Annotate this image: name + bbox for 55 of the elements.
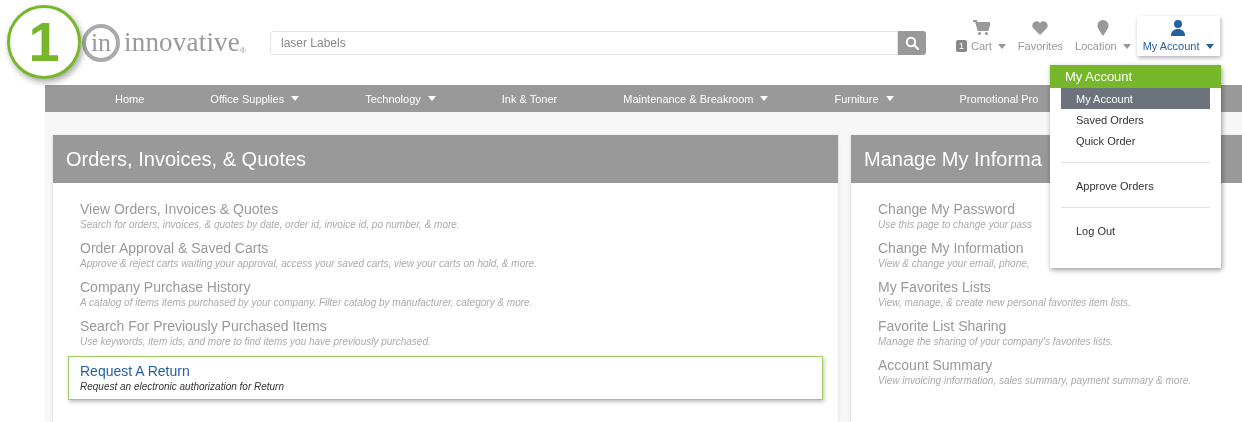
nav-item[interactable]: Office Supplies [210,92,300,105]
link-title: Change My Password [878,200,1015,218]
header-link[interactable]: Favorites [1011,16,1070,56]
cart-icon [971,19,990,37]
link-title: View Orders, Invoices & Quotes [80,200,279,218]
dropdown-item[interactable]: My Account [1061,88,1210,109]
nav-item[interactable]: Promotional Pro [959,92,1039,105]
person-icon [1169,19,1188,37]
dropdown-title: My Account [1050,65,1221,88]
link-title: Change My Information [878,239,1024,257]
link-description: View, manage, & create new personal favorites item lists. [878,296,1131,310]
header-link[interactable]: My Account [1136,16,1220,56]
registered-mark: ® [240,45,246,55]
link-description: Approve & reject carts waiting your approval, access your saved carts, view your carts on hold, & more. [80,257,537,271]
step-badge: 1 [7,5,81,79]
header-link[interactable]: 1 Cart [950,16,1012,56]
link-title: My Favorites Lists [878,278,991,296]
cart-count: 1 [956,40,967,52]
menu-link[interactable]: Account Summary View invoicing information, sales summary, payment summary & more. [866,356,1227,388]
link-description: Request an electronic authorization for Return [80,380,284,394]
link-description: View invoicing information, sales summary, payment summary & more. [878,374,1192,388]
link-title: Account Summary [878,356,993,374]
menu-link[interactable]: View Orders, Invoices & Quotes Search for orders, invoices, & quotes by date, order id, invoice id, po number, & more. [68,200,823,232]
nav-item[interactable]: Home [115,92,145,105]
link-description: Search for orders, invoices, & quotes by date, order id, invoice id, po number, & more. [80,218,460,232]
menu-link[interactable]: My Favorites Lists View, manage, & create new personal favorites item lists. [866,278,1227,310]
dropdown-item[interactable]: Saved Orders [1061,109,1210,130]
nav-item[interactable]: Ink & Toner [501,92,558,105]
link-description: A catalog of items items purchased by your company. Filter catalog by manufacturer, category & more. [80,296,533,310]
header-link[interactable]: Location [1069,16,1137,56]
link-title: Search For Previously Purchased Items [80,317,327,335]
nav-item[interactable]: Maintenance & Breakroom [623,92,769,105]
link-description: View & change your email, phone, [878,257,1030,271]
nav-item[interactable]: Technology [365,92,436,105]
logo-wordmark: innovative [124,27,240,58]
logo-mark: in [82,23,120,62]
search-button[interactable] [898,30,926,55]
link-title: Order Approval & Saved Carts [80,239,269,257]
link-title: Favorite List Sharing [878,317,1007,335]
menu-link[interactable]: Search For Previously Purchased Items Use keywords, item ids, and more to find items you have previously purchased. [68,317,823,349]
link-title: Request A Return [80,362,190,380]
link-title: Company Purchase History [80,278,251,296]
nav-item[interactable]: Furniture [834,92,894,105]
link-description: Use this page to change your pass [878,218,1032,232]
search-icon [905,35,919,50]
menu-link[interactable]: Company Purchase History A catalog of items items purchased by your company. Filter catalog by manufacturer, category & more. [68,278,823,310]
menu-link[interactable]: Order Approval & Saved Carts Approve & reject carts waiting your approval, access your saved carts, view your carts on hold, & more. [68,239,823,271]
menu-link[interactable]: Favorite List Sharing Manage the sharing of your company's favorites lists. [866,317,1227,349]
heart-icon [1031,19,1050,37]
dropdown-item[interactable]: Log Out [1061,220,1210,241]
card-title: Orders, Invoices, & Quotes [53,135,838,183]
link-description: Use keywords, item ids, and more to find items you have previously purchased. [80,335,431,349]
link-description: Manage the sharing of your company's favorites lists. [878,335,1114,349]
search-field[interactable]: laser Labels [270,30,898,55]
menu-link[interactable]: Request A Return Request an electronic authorization for Return [68,356,823,400]
